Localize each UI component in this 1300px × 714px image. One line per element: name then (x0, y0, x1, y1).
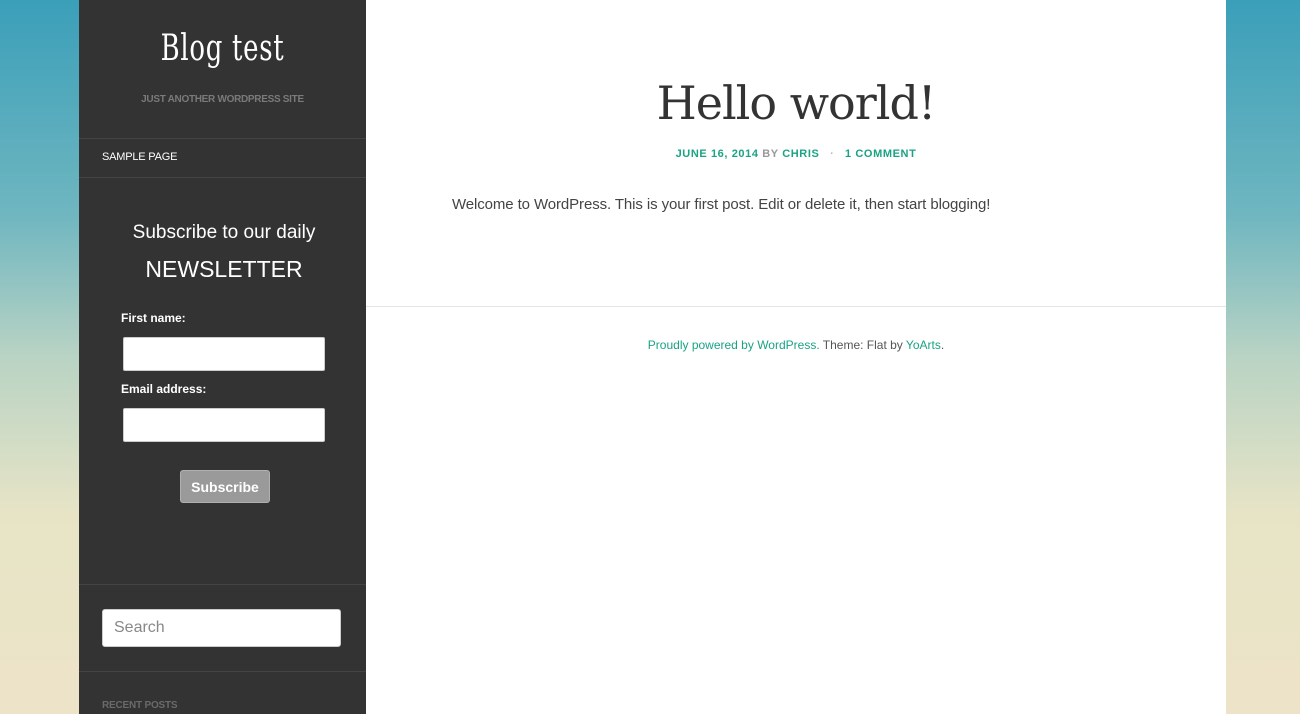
newsletter-subtitle: NEWSLETTER (145, 256, 303, 282)
footer: Proudly powered by WordPress. Theme: Fla… (366, 338, 1226, 352)
email-label: Email address: (121, 382, 207, 396)
theme-text: Theme: Flat by (819, 338, 906, 352)
powered-by-link[interactable]: Proudly powered by WordPress. (648, 338, 820, 352)
first-name-label: First name: (121, 311, 186, 325)
search-input[interactable] (102, 609, 341, 647)
divider (366, 306, 1226, 307)
main-content: Hello world! JUNE 16, 2014 BY CHRIS · 1 … (366, 0, 1226, 714)
post-author[interactable]: CHRIS (782, 148, 819, 160)
site-description: JUST ANOTHER WORDPRESS SITE (141, 94, 304, 105)
divider (79, 138, 366, 139)
first-name-field[interactable] (123, 337, 325, 371)
post-body: Welcome to WordPress. This is your first… (452, 196, 991, 213)
divider (79, 671, 366, 672)
post-meta: JUNE 16, 2014 BY CHRIS · 1 COMMENT (366, 148, 1226, 160)
post-comments-link[interactable]: 1 COMMENT (845, 148, 916, 160)
post-date[interactable]: JUNE 16, 2014 (676, 148, 759, 160)
post-title[interactable]: Hello world! (366, 76, 1226, 130)
divider (79, 584, 366, 585)
sidebar: Blog test JUST ANOTHER WORDPRESS SITE SA… (79, 0, 366, 714)
site-title[interactable]: Blog test (119, 28, 326, 69)
divider (79, 177, 366, 178)
recent-posts-heading: RECENT POSTS (102, 700, 178, 711)
nav-item-sample-page[interactable]: SAMPLE PAGE (102, 151, 177, 163)
subscribe-button[interactable]: Subscribe (180, 470, 270, 503)
theme-author-link[interactable]: YoArts (906, 338, 941, 352)
meta-separator: · (830, 148, 835, 160)
newsletter-title: Subscribe to our daily (132, 222, 316, 243)
email-field[interactable] (123, 408, 325, 442)
footer-period: . (940, 338, 945, 352)
post-by-label: BY (762, 148, 779, 160)
